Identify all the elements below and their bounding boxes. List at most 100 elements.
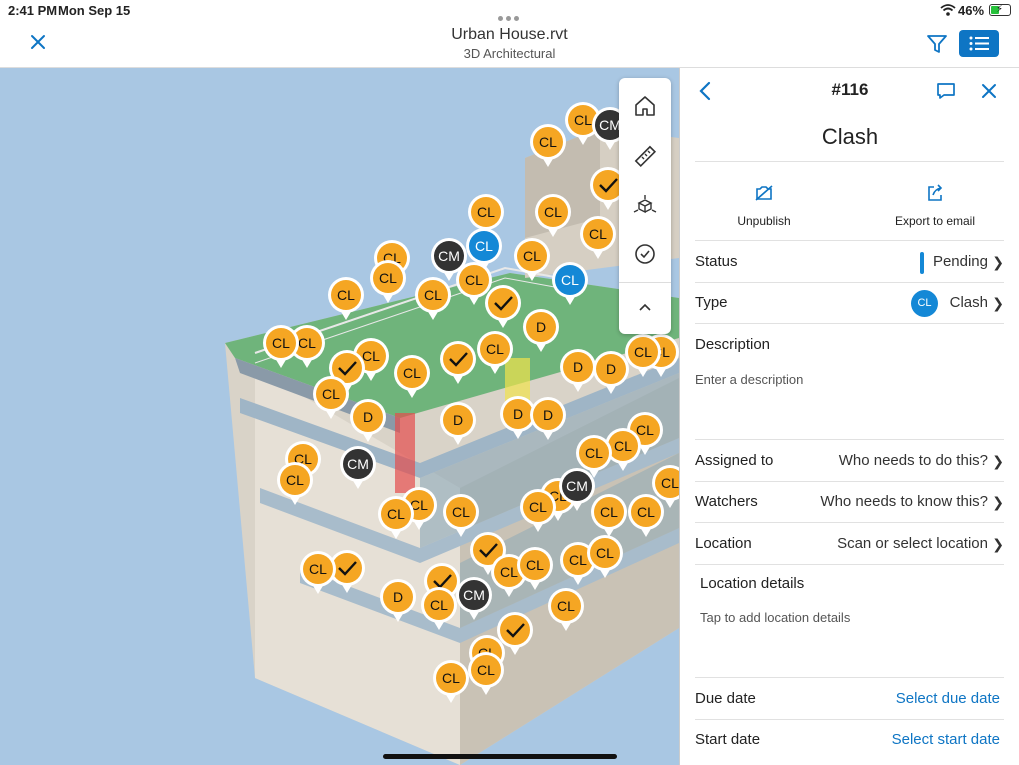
issue-pin-label: CL [379, 270, 397, 286]
issue-pin-label: CL [452, 504, 470, 520]
issue-pin-label: CL [475, 238, 493, 254]
location-value: Scan or select location [837, 535, 988, 552]
issue-pin-label: CL [430, 597, 448, 613]
viewer-toolbar [619, 78, 671, 334]
issue-pin-label: CL [574, 112, 592, 128]
assigned-value: Who needs to do this? [838, 452, 988, 469]
divider [695, 522, 1004, 523]
watchers-label: Watchers [695, 493, 758, 510]
issue-pin-label: CL [526, 557, 544, 573]
issue-pin-label: CL [561, 272, 579, 288]
start-date-label: Start date [695, 731, 761, 748]
watchers-value: Who needs to know this? [820, 493, 988, 510]
close-icon[interactable] [980, 82, 998, 100]
assigned-label: Assigned to [695, 452, 774, 469]
issue-pin-label: CL [477, 204, 495, 220]
issue-pin-label: D [363, 409, 373, 425]
description-input[interactable]: Enter a description [695, 372, 803, 387]
issue-number: #116 [831, 80, 869, 99]
model-subtitle: 3D Architectural [463, 46, 556, 61]
home-indicator[interactable] [383, 754, 617, 759]
location-details-input[interactable]: Tap to add location details [700, 610, 850, 625]
status-row[interactable]: Status Pending ❯ [695, 242, 1004, 282]
chevron-right-icon: ❯ [992, 254, 1004, 270]
issue-pin-label: CL [596, 545, 614, 561]
issue-pin-label: CL [403, 365, 421, 381]
issue-pin-label: CL [500, 564, 518, 580]
home-icon[interactable] [633, 94, 657, 118]
watchers-row[interactable]: Watchers Who needs to know this? ❯ [695, 482, 1004, 522]
issue-pin-label: CL [387, 506, 405, 522]
status-indicator [920, 252, 924, 274]
issue-pin-label: CM [438, 248, 460, 264]
status-date: Mon Sep 15 [58, 3, 131, 18]
issue-pin-label: D [543, 407, 553, 423]
issue-pin-label: CL [286, 472, 304, 488]
due-date-row[interactable]: Due date Select due date [695, 679, 1004, 719]
issue-title: Clash [821, 124, 879, 149]
model-title: Urban House.rvt [451, 26, 568, 43]
unpublish-label: Unpublish [737, 214, 791, 228]
location-label: Location [695, 535, 752, 552]
divider [695, 439, 1004, 440]
issue-pin-label: CL [322, 386, 340, 402]
issue-pin-label: CL [569, 552, 587, 568]
model-viewport[interactable]: CL CM CL CL CL CL CL CL CM CL CL CL CL CL CL CL D CL CL CL C… [0, 68, 679, 765]
issue-pin-label: CL [486, 341, 504, 357]
due-date-value[interactable]: Select due date [896, 690, 1000, 707]
list-icon [969, 36, 989, 51]
type-row[interactable]: Type CL Clash ❯ [695, 283, 1004, 323]
explode-icon[interactable] [633, 194, 657, 218]
issue-pin-label: D [573, 359, 583, 375]
issue-pin-label: CM [599, 117, 621, 133]
app-header: Urban House.rvt 3D Architectural [0, 22, 1019, 68]
start-date-row[interactable]: Start date Select start date [695, 720, 1004, 760]
issue-pin-label: D [393, 589, 403, 605]
filter-icon[interactable] [926, 33, 948, 55]
unpublish-button[interactable]: Unpublish [699, 183, 829, 228]
measure-icon[interactable] [633, 144, 657, 168]
issue-detail-panel: #116 Clash Unpublish Export to email Sta… [679, 68, 1019, 765]
assigned-to-row[interactable]: Assigned to Who needs to do this? ❯ [695, 441, 1004, 481]
list-view-button[interactable] [959, 30, 999, 57]
comment-icon[interactable] [936, 81, 956, 101]
issue-pin-label: D [453, 412, 463, 428]
issue-pin-label: CL [557, 598, 575, 614]
start-date-value[interactable]: Select start date [892, 731, 1000, 748]
chevron-right-icon: ❯ [992, 453, 1004, 469]
issue-pin-label: CL [465, 272, 483, 288]
issue-pin[interactable]: CL [370, 260, 406, 303]
building-model[interactable]: CL CM CL CL CL CL CL CL CM CL CL CL CL CL CL CL D CL CL CL C… [0, 68, 679, 765]
export-email-button[interactable]: Export to email [870, 183, 1000, 228]
issue-pin-label: CL [442, 670, 460, 686]
issue-pin-label: CL [337, 287, 355, 303]
issue-pin-label: CM [347, 456, 369, 472]
status-time: 2:41 PM [8, 3, 58, 18]
issue-pin-label: CL [589, 226, 607, 242]
divider [695, 323, 1004, 324]
issue-pin-label: CL [477, 662, 495, 678]
issue-pin-label: CL [637, 504, 655, 520]
issue-pin-label: CL [634, 344, 652, 360]
issue-pin-label: CL [600, 504, 618, 520]
issue-pin-label: CL [272, 335, 290, 351]
divider [695, 677, 1004, 678]
due-date-label: Due date [695, 690, 756, 707]
issue-pin-label: CL [362, 348, 380, 364]
type-value: Clash [949, 294, 988, 311]
status-label: Status [695, 253, 738, 270]
battery-icon: ⚡ [989, 4, 1011, 16]
share-icon [928, 184, 943, 201]
issue-pin-label: D [536, 319, 546, 335]
issue-pin-label: CL [298, 335, 316, 351]
check-circle-icon[interactable] [633, 242, 657, 266]
chevron-up-icon[interactable] [633, 296, 657, 320]
unpublish-icon [755, 185, 773, 201]
issue-pin-label: CL [539, 134, 557, 150]
location-row[interactable]: Location Scan or select location ❯ [695, 524, 1004, 564]
location-details-label: Location details [700, 575, 805, 592]
multitask-dots[interactable] [498, 9, 522, 21]
issue-pin-label: CL [424, 287, 442, 303]
export-email-label: Export to email [894, 214, 976, 228]
status-value: Pending [932, 253, 988, 270]
